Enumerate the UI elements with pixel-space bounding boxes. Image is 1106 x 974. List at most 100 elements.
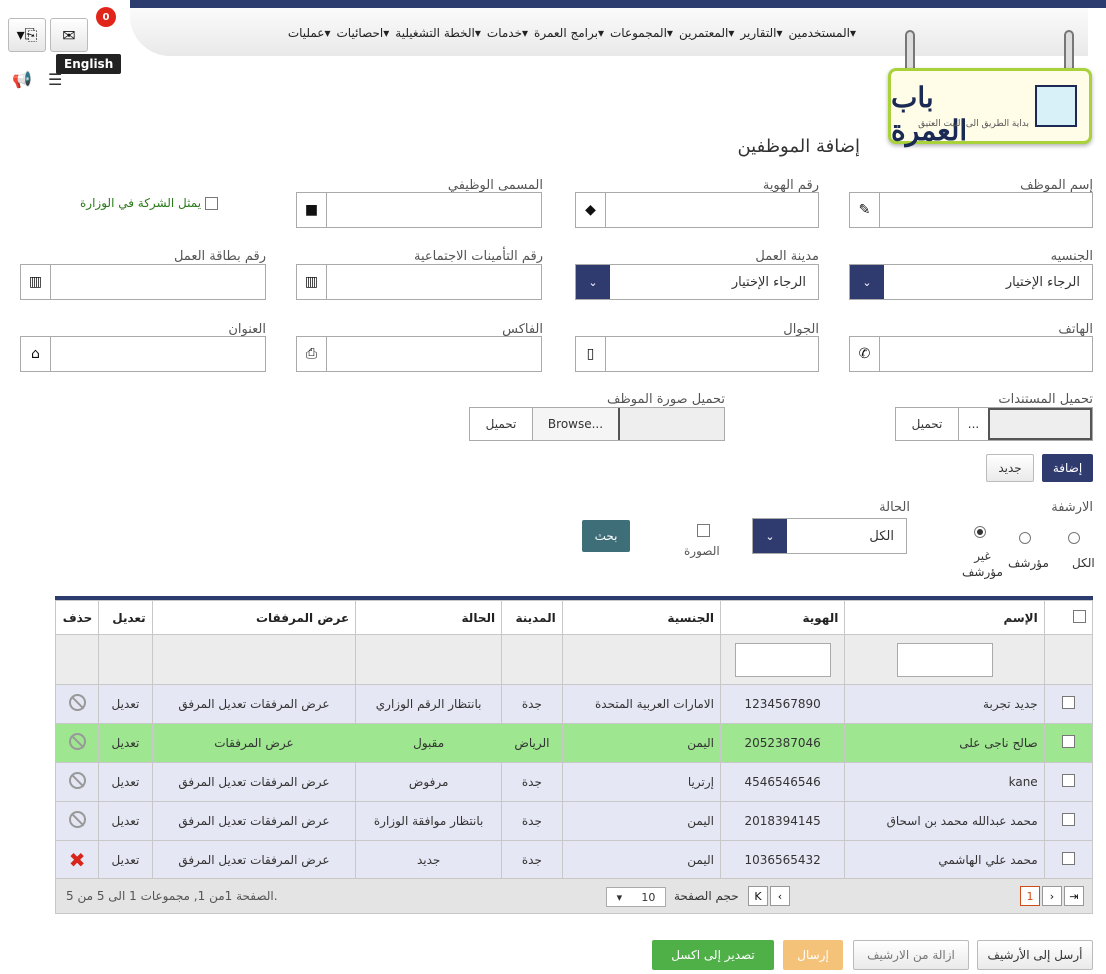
col-edit[interactable]: تعديل [98, 600, 153, 635]
page-size-select[interactable]: ▾ 10 [606, 887, 666, 907]
row-checkbox[interactable] [1061, 696, 1075, 709]
table-row[interactable]: kane 4546546546 إرتريا جدة مرفوض عرض الم… [54, 762, 1094, 802]
status-label: الحالة [879, 500, 910, 515]
menu-reports[interactable]: التقارير▾ [740, 26, 782, 40]
row-checkbox[interactable] [1061, 735, 1075, 748]
cell-status: بانتظار موافقة الوزارة [355, 801, 503, 841]
col-attachments[interactable]: عرض المرفقات [151, 600, 357, 635]
fax-field[interactable]: ⎙ [296, 336, 542, 372]
send-to-archive-button[interactable]: أرسل إلى الأرشيف [977, 940, 1093, 970]
new-button[interactable]: جديد [986, 454, 1034, 482]
archive-all-radio[interactable] [1068, 532, 1080, 547]
col-id[interactable]: الهوية [719, 600, 846, 635]
upload-photo-path[interactable] [618, 408, 724, 440]
insurance-field[interactable]: ▥ [296, 264, 542, 300]
search-button[interactable]: بحث [582, 520, 630, 552]
image-checkbox[interactable] [697, 524, 710, 540]
table-row[interactable]: محمد علي الهاشمي 1036565432 اليمن جدة جد… [54, 840, 1094, 880]
menu-services[interactable]: خدمات▾ [487, 26, 528, 40]
id-number-field[interactable]: ◆ [575, 192, 819, 228]
megaphone-icon[interactable]: 📢 [12, 70, 32, 89]
cell-id: 1234567890 [719, 684, 846, 724]
cell-attachments-link[interactable]: عرض المرفقات تعديل المرفق [151, 684, 357, 724]
address-field[interactable]: ⌂ [20, 336, 266, 372]
cell-edit-link[interactable]: تعديل [98, 840, 153, 880]
upload-docs-browse[interactable]: ... [958, 408, 988, 440]
work-card-label: رقم بطاقة العمل [173, 249, 266, 264]
top-nav: المستخدمين▾ التقارير▾ المعتمرين▾ المجموع… [0, 0, 1106, 60]
first-page-button[interactable]: ⇥ [1064, 886, 1084, 906]
logo-mark-icon [1035, 85, 1077, 127]
archive-archived-radio[interactable] [1019, 532, 1031, 547]
represents-checkbox[interactable] [205, 196, 219, 210]
last-page-button[interactable]: K [748, 886, 768, 906]
messages-button[interactable]: ✉ [50, 18, 88, 52]
cell-attachments-link[interactable]: عرض المرفقات تعديل المرفق [151, 801, 357, 841]
cell-nationality: اليمن [561, 840, 721, 880]
ban-icon[interactable] [68, 811, 86, 828]
job-title-field[interactable]: ■ [296, 192, 542, 228]
switch-user-icon: ▾⎘ [16, 25, 38, 44]
row-checkbox[interactable] [1061, 774, 1075, 787]
switch-user-button[interactable]: ▾⎘ [8, 18, 46, 52]
upload-photo-browse[interactable]: Browse... [532, 408, 618, 440]
cell-attachments-link[interactable]: عرض المرفقات [151, 723, 357, 763]
next-page-button[interactable]: ‹ [770, 886, 790, 906]
row-checkbox[interactable] [1061, 852, 1075, 865]
cell-edit-link[interactable]: تعديل [98, 801, 153, 841]
select-all-header[interactable] [1043, 600, 1094, 635]
menu-programs[interactable]: برامج العمرة▾ [534, 26, 604, 40]
archive-not-archived-radio[interactable] [974, 526, 986, 541]
language-toggle[interactable]: English [56, 54, 122, 74]
remove-from-archive-button[interactable]: ازالة من الارشيف [853, 940, 969, 970]
status-select[interactable]: ⌄ الكل [752, 518, 907, 554]
menu-users[interactable]: المستخدمين▾ [788, 26, 856, 40]
image-label: الصورة [684, 544, 720, 558]
phone-field[interactable]: ✆ [849, 336, 1093, 372]
export-excel-button[interactable]: تصدير إلى اكسل [652, 940, 774, 970]
employee-name-field[interactable]: ✎ [849, 192, 1093, 228]
table-row[interactable]: محمد عبدالله محمد بن اسحاق 2018394145 ال… [54, 801, 1094, 841]
name-filter-input[interactable] [896, 642, 993, 677]
menu-statistics[interactable]: احصائيات▾ [337, 26, 390, 40]
menu-operational-plan[interactable]: الخطة التشغيلية▾ [395, 26, 481, 40]
table-row[interactable]: صالح ناجى على 2052387046 اليمن الرياض مق… [54, 723, 1094, 763]
database-icon[interactable]: ☰ [48, 70, 62, 89]
send-button[interactable]: إرسال [783, 940, 843, 970]
cell-edit-link[interactable]: تعديل [98, 762, 153, 802]
ban-icon[interactable] [68, 694, 86, 711]
col-status[interactable]: الحالة [355, 600, 503, 635]
delete-icon[interactable]: ✖ [69, 848, 86, 872]
row-checkbox[interactable] [1061, 813, 1075, 826]
ban-icon[interactable] [68, 733, 86, 750]
page-number[interactable]: 1 [1020, 886, 1040, 906]
ban-icon[interactable] [68, 772, 86, 789]
cell-edit-link[interactable]: تعديل [98, 684, 153, 724]
cell-edit-link[interactable]: تعديل [98, 723, 153, 763]
cell-id: 2018394145 [719, 801, 846, 841]
upload-docs-button[interactable]: تحميل [896, 408, 958, 440]
table-row[interactable]: جديد تجربة 1234567890 الامارات العربية ا… [54, 684, 1094, 724]
cell-attachments-link[interactable]: عرض المرفقات تعديل المرفق [151, 762, 357, 802]
menu-pilgrims[interactable]: المعتمرين▾ [679, 26, 734, 40]
prev-page-button[interactable]: › [1042, 886, 1062, 906]
work-card-field[interactable]: ▥ [20, 264, 266, 300]
upload-docs-path[interactable] [988, 408, 1092, 440]
nationality-select[interactable]: ⌄ الرجاء الإختيار [849, 264, 1093, 300]
insurance-label: رقم التأمينات الاجتماعية [414, 249, 543, 264]
id-filter-input[interactable] [734, 642, 831, 677]
col-nationality[interactable]: الجنسية [561, 600, 721, 635]
work-city-select[interactable]: ⌄ الرجاء الإختيار [575, 264, 819, 300]
archive-not-archived-label: غير مؤرشف [962, 549, 1003, 579]
col-delete[interactable]: حذف [54, 600, 100, 635]
mobile-field[interactable]: ▯ [575, 336, 819, 372]
add-button[interactable]: إضافة [1042, 454, 1093, 482]
select-all-checkbox[interactable] [1073, 609, 1086, 623]
col-name[interactable]: الإسم [844, 600, 1045, 635]
col-city[interactable]: المدينة [501, 600, 563, 635]
menu-operations[interactable]: عمليات▾ [288, 26, 331, 40]
page-size-label: حجم الصفحة [674, 889, 739, 903]
upload-photo-button[interactable]: تحميل [470, 408, 532, 440]
cell-attachments-link[interactable]: عرض المرفقات تعديل المرفق [151, 840, 357, 880]
menu-groups[interactable]: المجموعات▾ [610, 26, 673, 40]
